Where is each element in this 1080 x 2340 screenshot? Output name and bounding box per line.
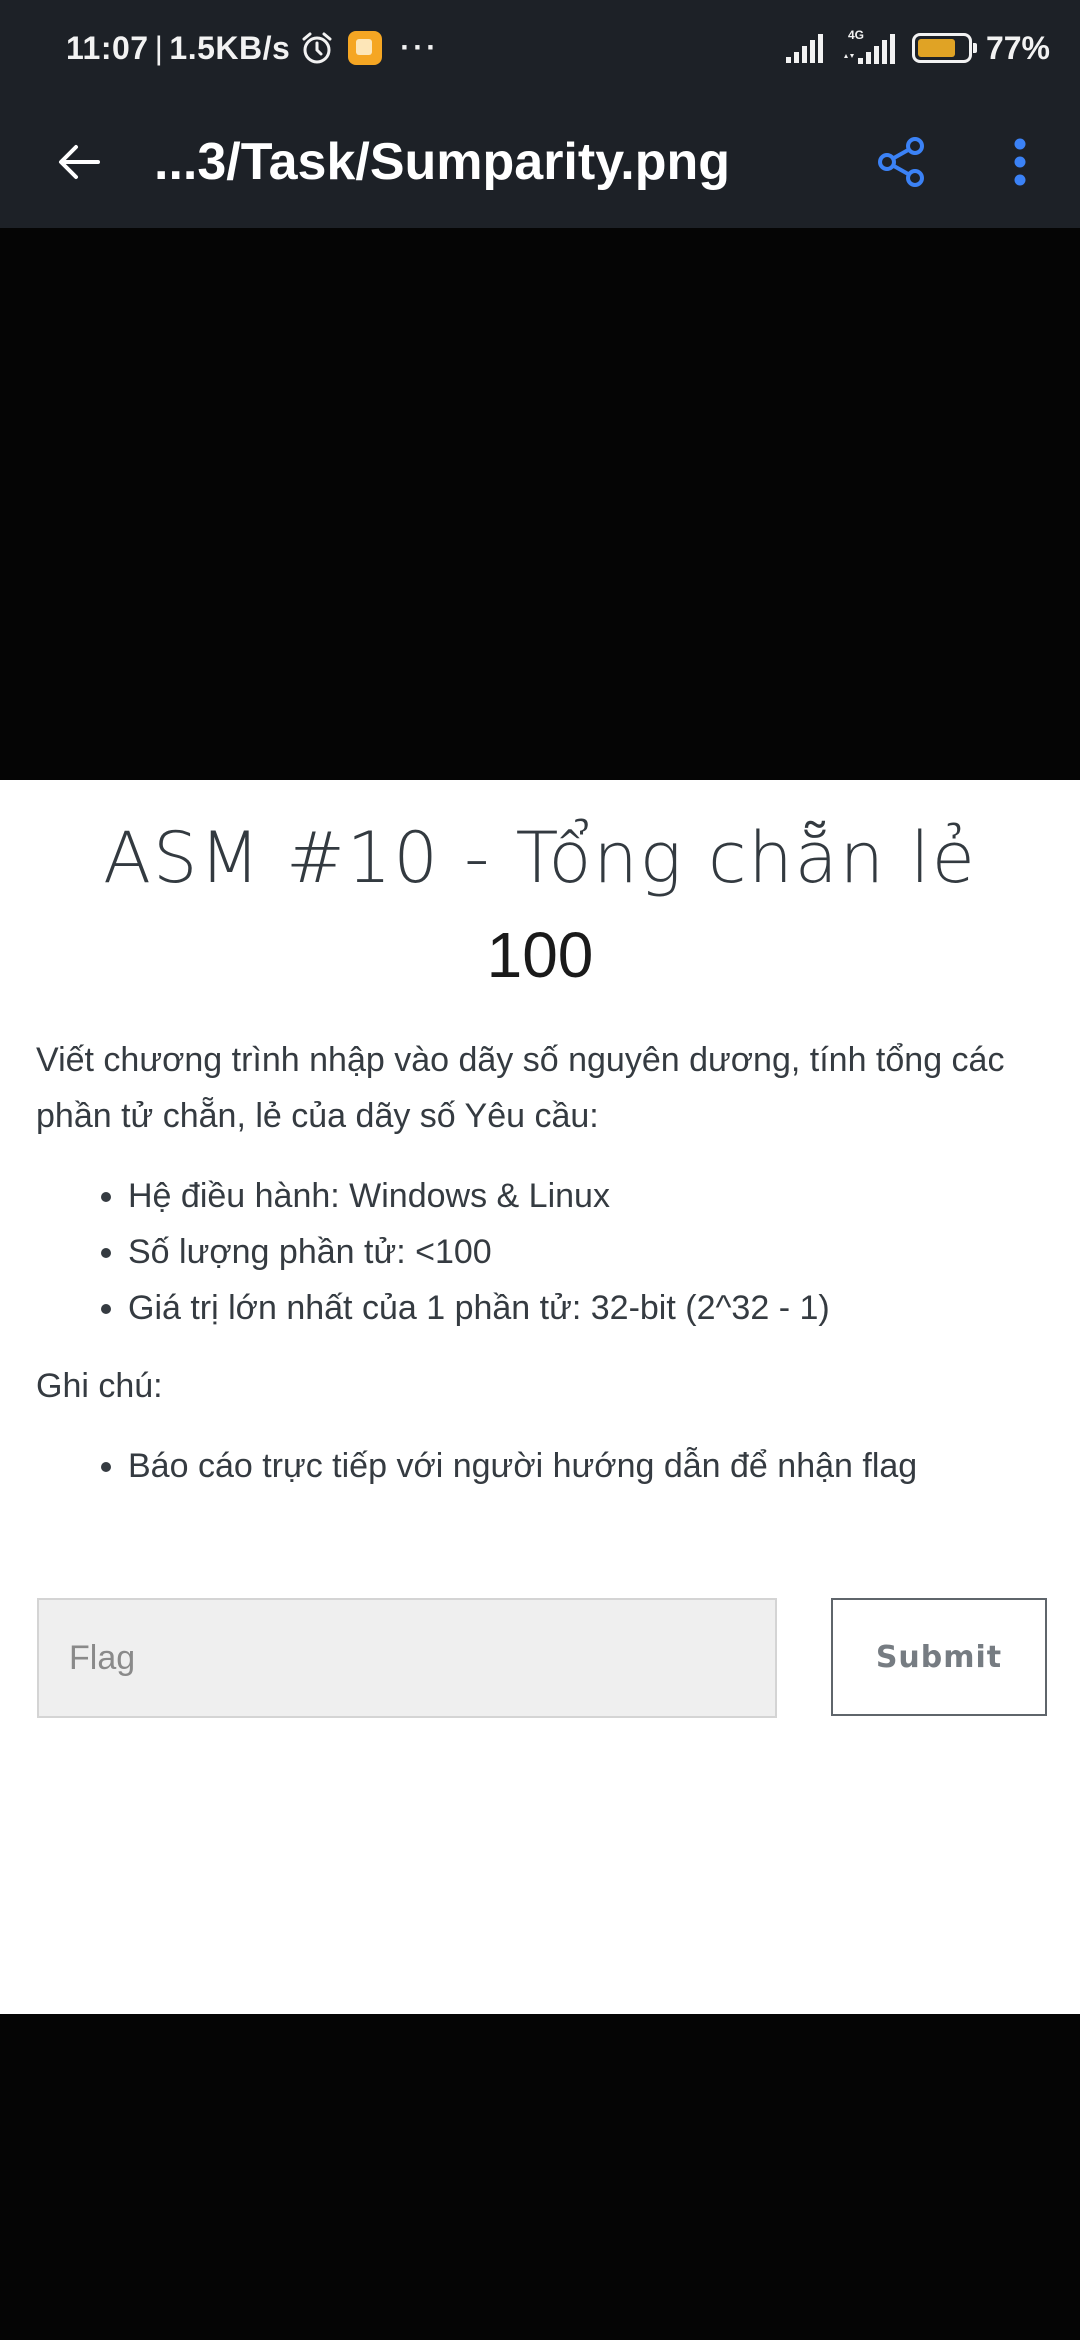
more-notifications-icon: ··· — [400, 31, 440, 64]
submit-button[interactable]: Submit — [831, 1598, 1047, 1716]
status-left: 11:07 | 1.5KB/s ··· — [66, 24, 439, 72]
list-item: Giá trị lớn nhất của 1 phần tử: 32-bit (… — [128, 1280, 1036, 1336]
status-bar: 11:07 | 1.5KB/s ··· 4G 77% — [0, 0, 1080, 96]
requirements-list: Hệ điều hành: Windows & Linux Số lượng p… — [36, 1168, 1036, 1336]
signal-icon — [785, 34, 823, 63]
status-right: 4G 77% — [784, 24, 1050, 72]
file-title: ...3/Task/Sumparity.png — [154, 133, 730, 191]
task-screenshot: ASM #10 - Tổng chẵn lẻ 100 Viết chương t… — [0, 780, 1080, 2014]
list-item: Số lượng phần tử: <100 — [128, 1224, 1036, 1280]
share-icon — [878, 137, 924, 187]
notes-app-icon — [348, 31, 383, 65]
status-time: 11:07 — [66, 29, 149, 66]
battery-fill — [917, 39, 955, 57]
task-description: Viết chương trình nhập vào dãy số nguyên… — [36, 1041, 1005, 1135]
share-button[interactable] — [864, 124, 940, 200]
battery-percent: 77% — [985, 29, 1050, 66]
image-viewer[interactable]: ASM #10 - Tổng chẵn lẻ 100 Viết chương t… — [0, 228, 1080, 2340]
status-separator: | — [154, 29, 164, 66]
list-item: Hệ điều hành: Windows & Linux — [128, 1168, 1036, 1224]
list-item: Báo cáo trực tiếp với người hướng dẫn để… — [128, 1438, 1036, 1494]
flag-input[interactable] — [37, 1598, 777, 1718]
back-button[interactable] — [42, 124, 118, 200]
network-speed: 1.5KB/s — [169, 29, 291, 66]
more-options-button[interactable] — [982, 124, 1058, 200]
more-vertical-icon — [1014, 138, 1026, 186]
notes-list: Báo cáo trực tiếp với người hướng dẫn để… — [36, 1438, 1036, 1494]
arrow-left-icon — [59, 145, 100, 179]
alarm-clock-icon — [302, 32, 332, 64]
network-type-label: 4G — [848, 28, 864, 42]
app-bar: ...3/Task/Sumparity.png — [0, 96, 1080, 228]
task-description-block: Viết chương trình nhập vào dãy số nguyên… — [36, 1032, 1036, 1516]
task-title: ASM #10 - Tổng chẵn lẻ — [103, 817, 977, 899]
task-points: 100 — [486, 919, 594, 991]
battery-icon — [911, 33, 977, 63]
signal-4g-icon: 4G — [843, 28, 895, 64]
note-label: Ghi chú: — [36, 1367, 163, 1405]
